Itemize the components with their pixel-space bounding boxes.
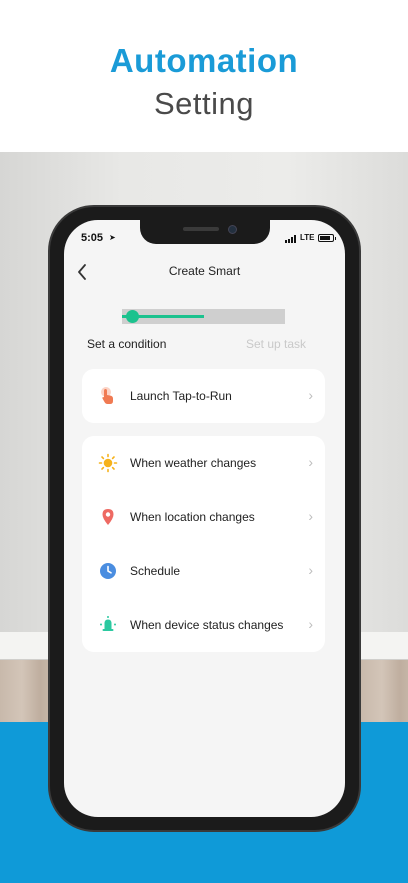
step-set-up-task: Set up task <box>246 337 307 351</box>
condition-row-schedule[interactable]: Schedule › <box>82 544 325 598</box>
condition-label: Schedule <box>130 564 181 578</box>
tap-hand-icon <box>101 387 113 404</box>
phone-notch <box>140 220 270 244</box>
device-icon <box>100 616 116 631</box>
progress-knob <box>125 310 139 323</box>
chevron-right-icon: › <box>308 562 313 578</box>
condition-label: When location changes <box>130 510 255 524</box>
chevron-right-icon: › <box>308 387 313 403</box>
signal-icon <box>285 235 299 243</box>
condition-row-location[interactable]: When location changes › <box>82 490 325 544</box>
phone-screen: 5:05 ➤ LTE Create Smart Set a condition … <box>64 220 345 817</box>
network-label: LTE <box>300 233 315 242</box>
location-arrow-icon: ➤ <box>109 233 116 242</box>
condition-row-device-status[interactable]: When device status changes › <box>82 598 325 652</box>
condition-label: When weather changes <box>130 456 257 470</box>
chevron-right-icon: › <box>308 616 313 632</box>
conditions-card: When weather changes › When location cha… <box>82 436 325 652</box>
chevron-right-icon: › <box>308 454 313 470</box>
sun-icon <box>98 453 118 473</box>
front-camera <box>228 225 237 234</box>
location-pin-icon <box>102 509 114 525</box>
condition-row-tap-to-run[interactable]: Launch Tap-to-Run › <box>82 369 325 423</box>
page-title: Create Smart <box>168 264 241 278</box>
speaker-grille <box>183 227 219 231</box>
clock-icon <box>100 563 116 579</box>
status-time: 5:05 <box>81 232 104 244</box>
step-set-condition: Set a condition <box>87 337 167 351</box>
condition-label: When device status changes <box>130 618 284 632</box>
promo-subheadline: Setting <box>153 86 254 121</box>
condition-label: Launch Tap-to-Run <box>130 389 232 403</box>
promo-header: Automation Setting <box>0 0 408 152</box>
battery-icon <box>318 234 336 242</box>
progress-track <box>122 309 285 324</box>
chevron-right-icon: › <box>308 508 313 524</box>
tap-to-run-card: Launch Tap-to-Run › <box>82 369 325 423</box>
phone-frame: 5:05 ➤ LTE Create Smart Set a condition … <box>48 205 361 832</box>
condition-row-weather[interactable]: When weather changes › <box>82 436 325 490</box>
promo-headline: Automation <box>109 42 299 79</box>
